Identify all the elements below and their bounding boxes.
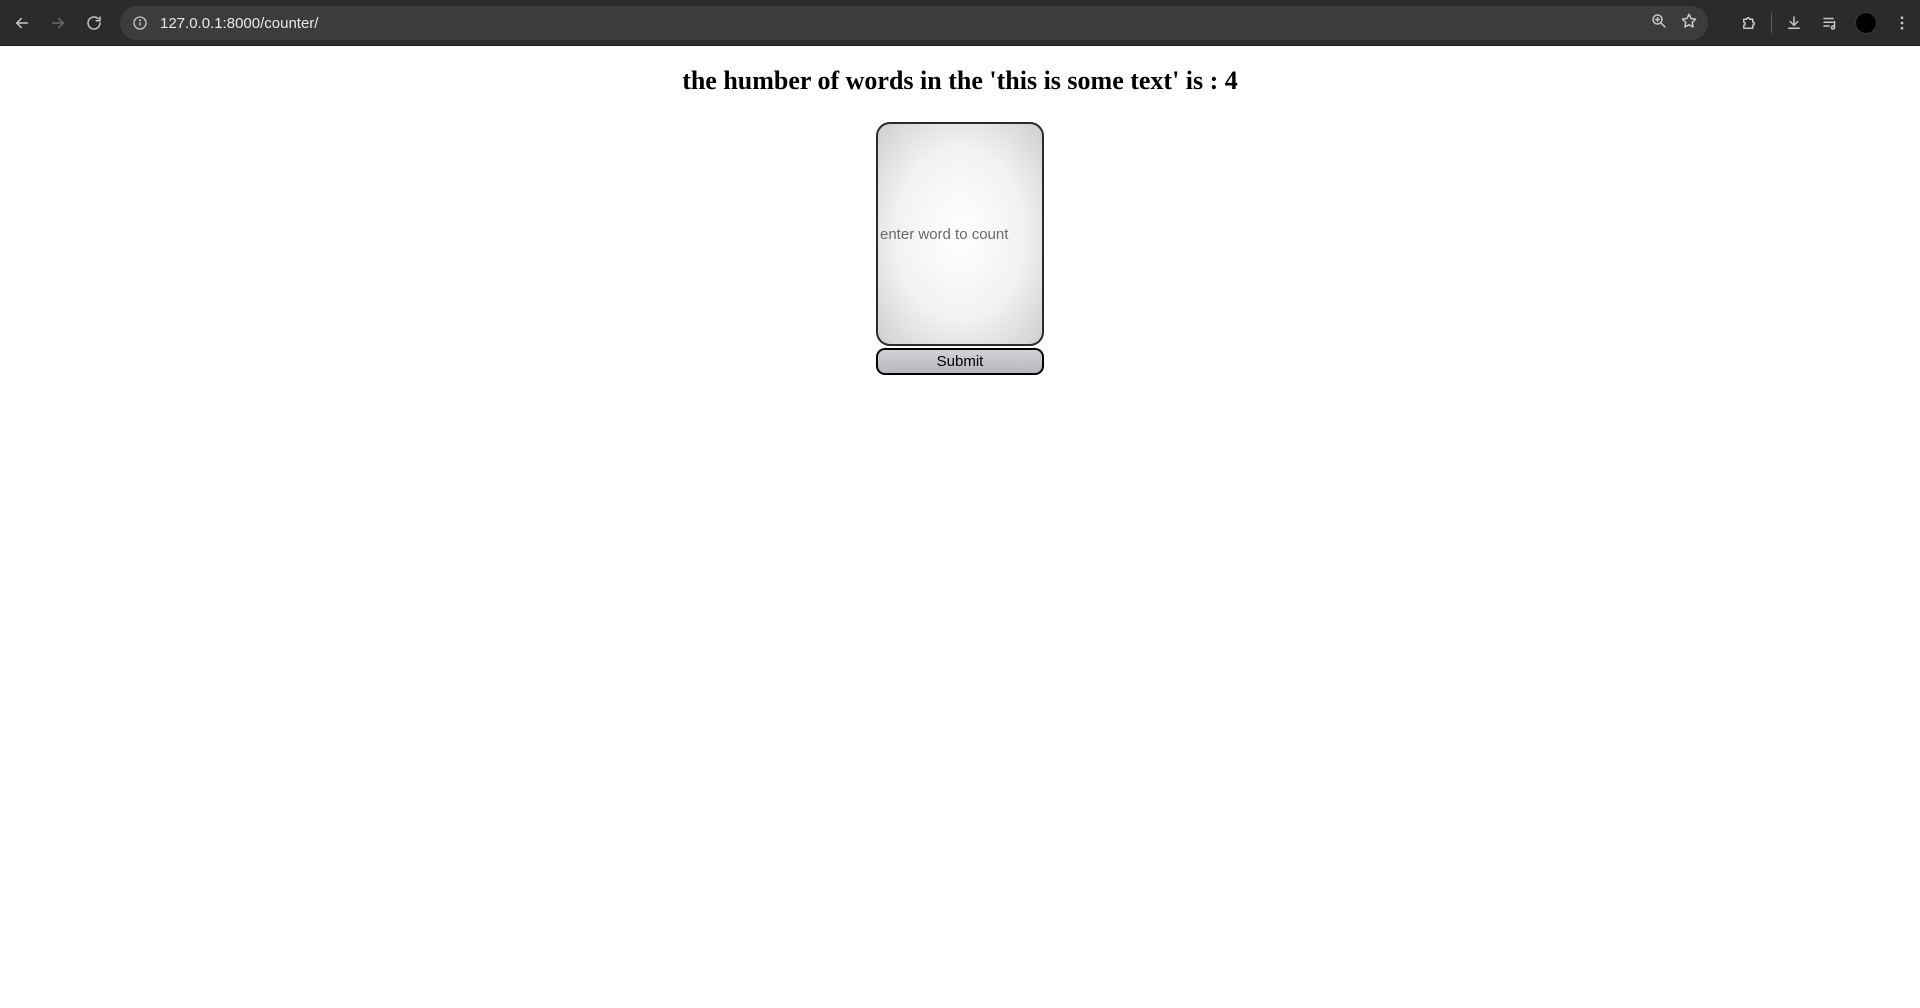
url-text[interactable]: 127.0.0.1:8000/counter/ <box>160 15 318 32</box>
forward-arrow-icon[interactable] <box>40 5 76 41</box>
browser-toolbar: 127.0.0.1:8000/counter/ <box>0 0 1920 46</box>
reload-icon[interactable] <box>76 5 112 41</box>
kebab-menu-icon[interactable] <box>1884 5 1920 41</box>
media-controls-icon[interactable] <box>1812 5 1848 41</box>
profile-button[interactable] <box>1848 5 1884 41</box>
zoom-icon[interactable] <box>1650 12 1668 35</box>
toolbar-separator <box>1771 13 1772 33</box>
site-info-icon[interactable] <box>130 13 150 33</box>
address-bar[interactable]: 127.0.0.1:8000/counter/ <box>120 6 1708 40</box>
download-icon[interactable] <box>1776 5 1812 41</box>
star-icon[interactable] <box>1680 12 1698 35</box>
page-content: the humber of words in the 'this is some… <box>0 46 1920 1008</box>
page-title: the humber of words in the 'this is some… <box>682 66 1238 95</box>
back-arrow-icon[interactable] <box>4 5 40 41</box>
submit-button[interactable]: Submit <box>876 348 1044 375</box>
avatar <box>1855 12 1877 34</box>
puzzle-icon[interactable] <box>1731 5 1767 41</box>
word-count-input[interactable] <box>876 122 1044 346</box>
